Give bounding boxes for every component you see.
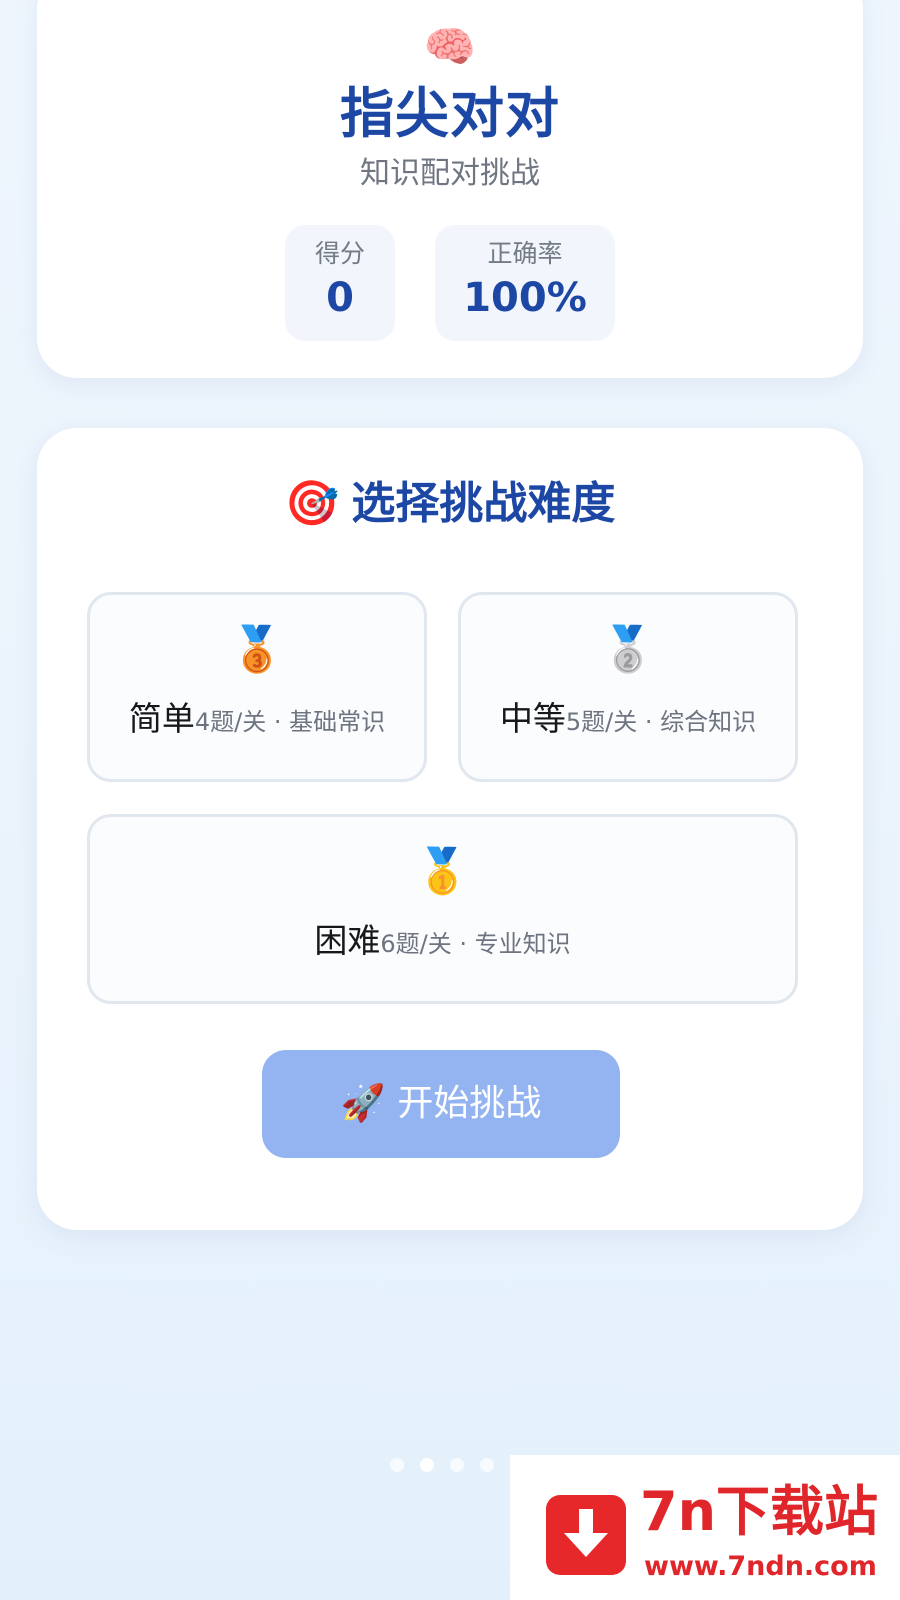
header-card: 🧠 指尖对对 知识配对挑战 得分 0 正确率 100% — [37, 0, 863, 378]
difficulty-title: 选择挑战难度 — [351, 478, 616, 529]
accuracy-value: 100% — [463, 275, 587, 321]
rocket-icon: 🚀 — [340, 1083, 386, 1124]
silver-medal-icon: 🥈 — [600, 624, 656, 675]
watermark: 7n下载站 www.7ndn.com — [510, 1455, 900, 1600]
target-icon: 🎯 — [284, 478, 340, 529]
option-text: 中等5题/关 · 综合知识 — [461, 697, 795, 747]
option-name: 简单 — [128, 699, 195, 738]
option-description: 6题/关 · 专业知识 — [380, 930, 571, 958]
option-text: 困难6题/关 · 专业知识 — [90, 919, 795, 969]
bronze-medal-icon: 🥉 — [229, 624, 285, 675]
option-description: 5题/关 · 综合知识 — [565, 708, 757, 736]
page-dot[interactable] — [480, 1458, 494, 1472]
brain-icon: 🧠 — [423, 22, 477, 71]
score-label: 得分 — [314, 239, 365, 268]
difficulty-option-hard[interactable]: 🥇 困难6题/关 · 专业知识 — [87, 814, 798, 1004]
page-dot[interactable] — [450, 1458, 464, 1472]
page-dot[interactable] — [390, 1458, 404, 1472]
option-name: 困难 — [314, 921, 381, 960]
app-title: 指尖对对 — [340, 82, 560, 145]
download-icon — [546, 1495, 626, 1575]
difficulty-card: 🎯 选择挑战难度 🥉 简单4题/关 · 基础常识 🥈 中等5题/关 · 综合知识 … — [37, 428, 863, 1230]
gold-medal-icon: 🥇 — [415, 846, 470, 897]
option-text: 简单4题/关 · 基础常识 — [90, 697, 424, 747]
accuracy-label: 正确率 — [487, 239, 563, 268]
start-challenge-label: 开始挑战 — [397, 1083, 542, 1124]
start-challenge-button[interactable]: 🚀 开始挑战 — [262, 1050, 620, 1158]
score-stat: 得分 0 — [285, 225, 395, 341]
option-name: 中等 — [499, 699, 566, 738]
difficulty-heading: 🎯 选择挑战难度 — [37, 476, 863, 532]
score-value: 0 — [326, 275, 354, 321]
option-description: 4题/关 · 基础常识 — [194, 708, 386, 736]
page-dot[interactable] — [420, 1458, 434, 1472]
watermark-url: www.7ndn.com — [644, 1551, 877, 1582]
difficulty-option-medium[interactable]: 🥈 中等5题/关 · 综合知识 — [458, 592, 798, 782]
accuracy-stat: 正确率 100% — [435, 225, 615, 341]
app-subtitle: 知识配对挑战 — [360, 156, 540, 191]
watermark-name: 7n下载站 — [640, 1480, 879, 1543]
difficulty-option-easy[interactable]: 🥉 简单4题/关 · 基础常识 — [87, 592, 427, 782]
